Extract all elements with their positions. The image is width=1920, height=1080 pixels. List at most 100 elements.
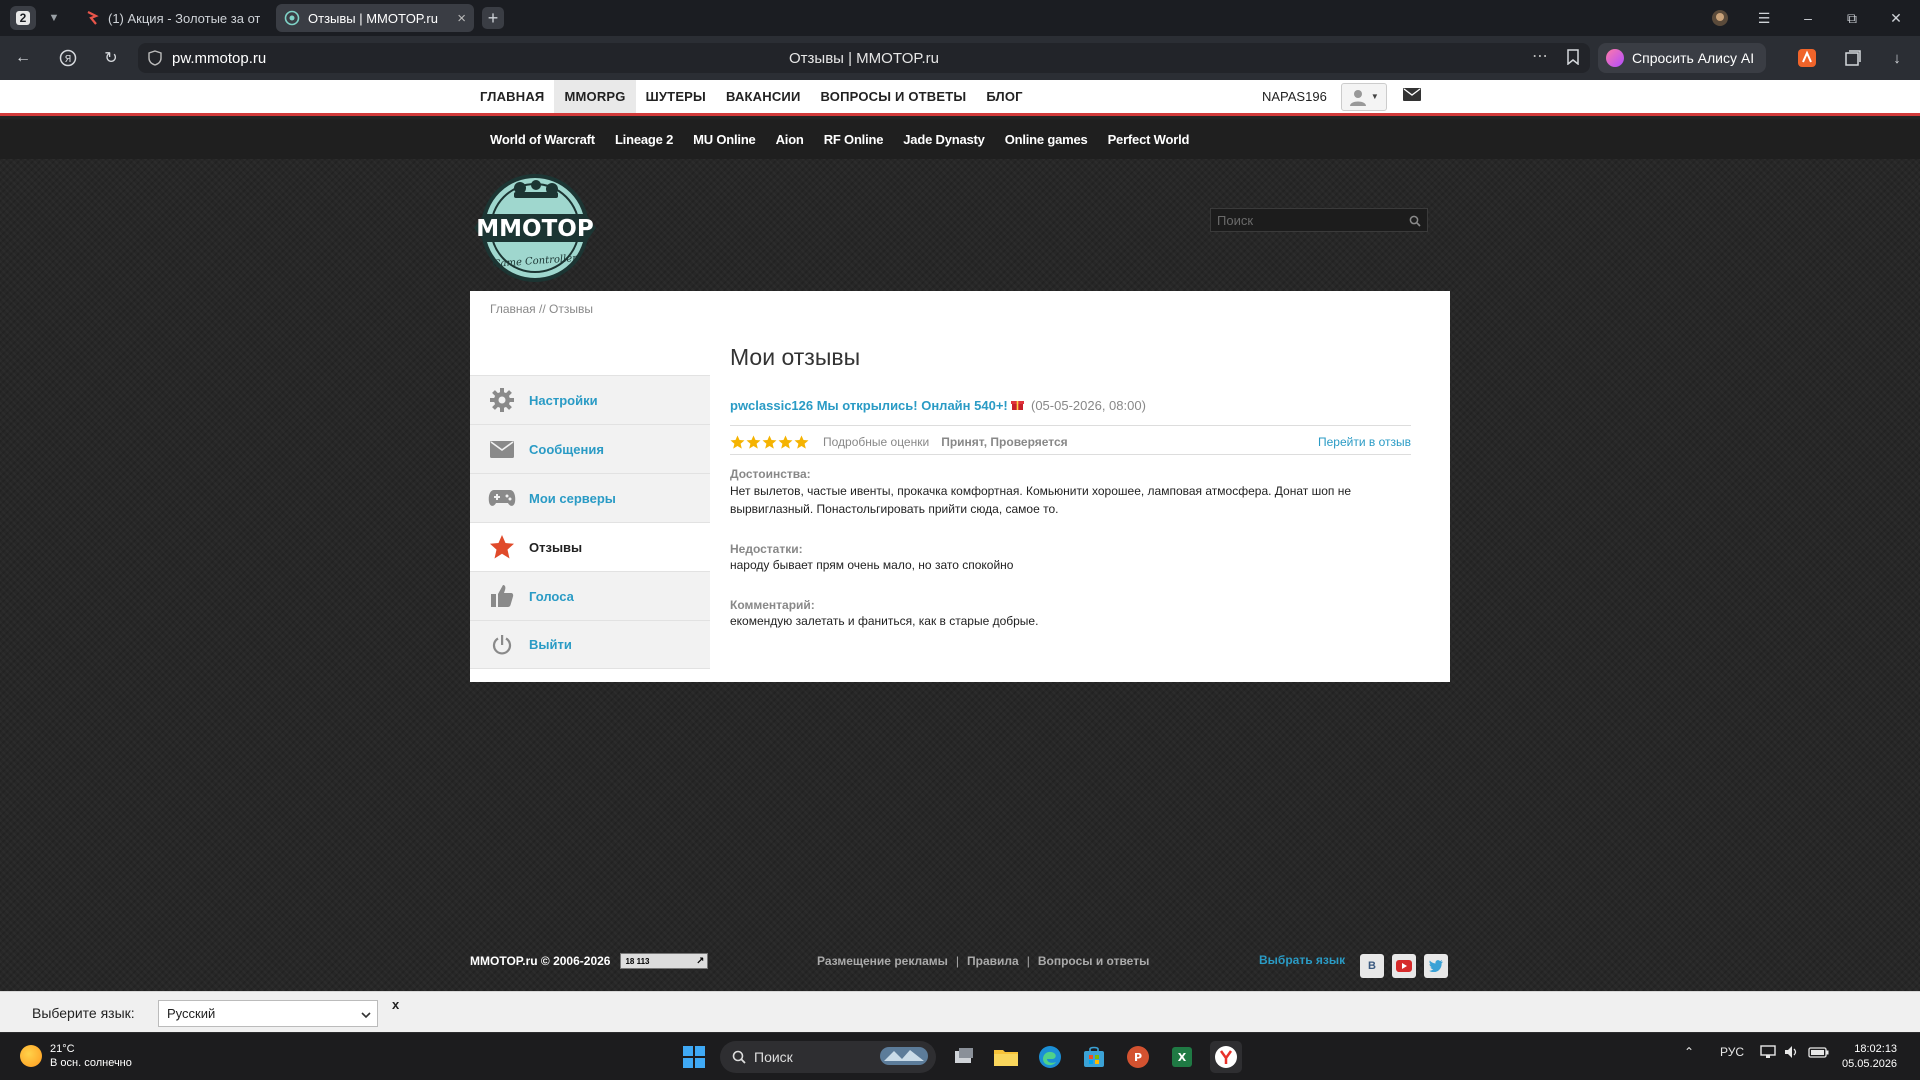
close-icon[interactable]: × [457, 10, 466, 27]
game-nav-item[interactable]: Aion [766, 132, 814, 147]
windows-start-icon[interactable] [678, 1041, 710, 1073]
footer-link-faq[interactable]: Вопросы и ответы [1038, 954, 1149, 968]
site-nav-item[interactable]: БЛОГ [976, 80, 1032, 113]
tab-counter-button[interactable]: 2 [10, 6, 36, 30]
site-logo[interactable]: MMOTOP Game Controller [470, 168, 600, 284]
svg-text:P: P [1134, 1051, 1142, 1064]
sidebar-item-settings[interactable]: Настройки [470, 375, 710, 424]
browser-tab-reviews[interactable]: Отзывы | MMOTOP.ru × [276, 4, 474, 32]
tab-favicon-icon [284, 10, 300, 26]
twitter-icon[interactable] [1424, 954, 1448, 978]
rating-star-icon [794, 435, 809, 449]
edge-icon[interactable] [1034, 1041, 1066, 1073]
yandex-browser-icon[interactable] [1210, 1041, 1242, 1073]
chevron-down-icon[interactable]: ▼ [44, 8, 64, 28]
sidebar-item-reviews[interactable]: Отзывы [470, 522, 710, 571]
breadcrumb-current: Отзывы [549, 302, 593, 316]
choose-language-link[interactable]: Выбрать язык [1259, 953, 1345, 967]
more-options-icon[interactable]: ⋯ [1532, 46, 1548, 66]
site-nav-item[interactable]: MMORPG [554, 80, 636, 113]
search-icon[interactable] [1409, 214, 1421, 232]
sidebar-item-votes[interactable]: Голоса [470, 571, 710, 620]
close-window-icon[interactable]: ✕ [1880, 6, 1912, 30]
profile-icon[interactable] [1704, 6, 1736, 30]
footer-link-ads[interactable]: Размещение рекламы [817, 954, 948, 968]
site-nav-item[interactable]: ВАКАНСИИ [716, 80, 811, 113]
game-nav-item[interactable]: Jade Dynasty [893, 132, 994, 147]
pros-label: Достоинства: [730, 467, 811, 481]
bookmark-icon[interactable] [1566, 49, 1580, 70]
excel-icon[interactable]: X [1166, 1041, 1198, 1073]
language-bar-close-button[interactable]: x [392, 997, 399, 1012]
vk-icon[interactable]: В [1360, 954, 1384, 978]
back-icon[interactable]: ← [10, 46, 36, 70]
new-tab-button[interactable]: + [482, 7, 504, 29]
download-icon[interactable]: ↓ [1886, 47, 1908, 69]
search-input[interactable] [1211, 209, 1401, 231]
game-nav-item[interactable]: RF Online [814, 132, 894, 147]
counter-value: 18 113 [625, 956, 650, 966]
sidebar-item-label: Сообщения [529, 441, 604, 457]
game-nav-items: World of Warcraft Lineage 2 MU Online Aion R… [480, 119, 1199, 159]
rating-star-icon [746, 435, 761, 449]
windows-taskbar: 21°C В осн. солнечно Поиск P X ⌃ РУС 18:… [0, 1032, 1920, 1080]
minimize-icon[interactable]: – [1792, 6, 1824, 30]
goto-review-link[interactable]: Перейти в отзыв [1318, 435, 1411, 449]
collections-icon[interactable] [1842, 47, 1864, 69]
site-top-nav: ГЛАВНАЯ MMORPG ШУТЕРЫ ВАКАНСИИ ВОПРОСЫ И ОТВ… [0, 80, 1920, 116]
sidebar-item-messages[interactable]: Сообщения [470, 424, 710, 473]
svg-text:X: X [1178, 1051, 1187, 1064]
pros-text: Нет вылетов, частые ивенты, прокачка ком… [730, 484, 1352, 516]
site-nav-item[interactable]: ВОПРОСЫ И ОТВЕТЫ [811, 80, 977, 113]
powerpoint-icon[interactable]: P [1122, 1041, 1154, 1073]
review-meta: Подробные оценки Принят, Проверяется Пер… [730, 433, 1411, 451]
footer-link-rules[interactable]: Правила [967, 954, 1019, 968]
mail-icon[interactable] [1402, 87, 1421, 106]
url-field[interactable]: pw.mmotop.ru Отзывы | MMOTOP.ru ⋯ [138, 43, 1590, 73]
input-language[interactable]: РУС [1720, 1045, 1744, 1059]
store-icon[interactable] [1078, 1041, 1110, 1073]
logo-title: MMOTOP [476, 216, 593, 242]
menu-icon[interactable]: ☰ [1748, 6, 1780, 30]
weather-widget[interactable]: 21°C В осн. солнечно [20, 1042, 132, 1070]
tray-chevron-up-icon[interactable]: ⌃ [1684, 1045, 1694, 1059]
avatar[interactable]: ▼ [1340, 82, 1387, 111]
sidebar-item-logout[interactable]: Выйти [470, 620, 710, 669]
network-icon[interactable] [1760, 1045, 1776, 1062]
comment-label: Комментарий: [730, 598, 815, 612]
youtube-icon[interactable] [1392, 954, 1416, 978]
reload-icon[interactable]: ↻ [98, 46, 124, 70]
site-nav-item[interactable]: ГЛАВНАЯ [470, 80, 554, 113]
breadcrumb-home[interactable]: Главная [490, 302, 536, 316]
volume-icon[interactable] [1784, 1045, 1800, 1062]
ask-alisa-button[interactable]: Спросить Алису AI [1598, 43, 1766, 73]
detailed-ratings-link[interactable]: Подробные оценки [823, 435, 929, 449]
game-nav-item[interactable]: Online games [995, 132, 1098, 147]
game-nav-item[interactable]: World of Warcraft [480, 132, 605, 147]
file-explorer-icon[interactable] [990, 1041, 1022, 1073]
visitor-counter[interactable]: 18 113 ↗ [620, 953, 709, 969]
battery-icon[interactable] [1808, 1045, 1830, 1062]
restore-icon[interactable]: ⧉ [1836, 6, 1868, 30]
game-nav-item[interactable]: Perfect World [1098, 132, 1200, 147]
taskbar-search[interactable]: Поиск [720, 1041, 936, 1073]
extension-icon[interactable] [1796, 47, 1818, 69]
site-nav-item[interactable]: ШУТЕРЫ [636, 80, 716, 113]
sidebar-item-label: Мои серверы [529, 490, 616, 506]
divider [730, 425, 1411, 426]
clock[interactable]: 18:02:13 05.05.2026 [1842, 1042, 1897, 1072]
review-header: pwclassic126 Мы открылись! Онлайн 540+! … [730, 398, 1146, 413]
content-panel: Главная // Отзывы Настройки Сообщения Мо… [470, 291, 1450, 682]
sidebar-item-my-servers[interactable]: Мои серверы [470, 473, 710, 522]
task-view-icon[interactable] [948, 1041, 980, 1073]
game-nav-item[interactable]: MU Online [683, 132, 765, 147]
footer-links: Размещение рекламы | Правила | Вопросы и отв… [817, 954, 1150, 968]
browser-tab-promo[interactable]: (1) Акция - Золотые за от [76, 4, 268, 32]
alisa-label: Спросить Алису AI [1632, 50, 1755, 66]
rating-star-icon [730, 435, 745, 449]
language-select[interactable]: Русский [158, 1000, 378, 1027]
yandex-icon[interactable]: Я [55, 46, 81, 70]
review-server-link[interactable]: pwclassic126 Мы открылись! Онлайн 540+! [730, 398, 1008, 413]
username[interactable]: NAPAS196 [1262, 89, 1327, 104]
game-nav-item[interactable]: Lineage 2 [605, 132, 683, 147]
